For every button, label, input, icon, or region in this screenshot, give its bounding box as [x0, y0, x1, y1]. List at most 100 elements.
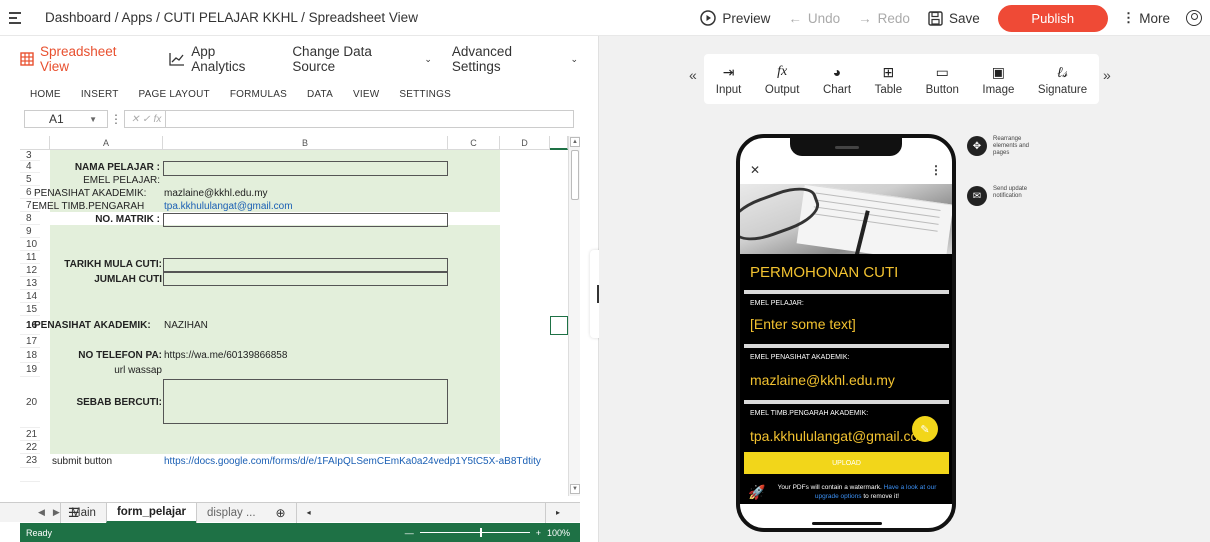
ribbon-formulas[interactable]: FORMULAS [230, 89, 287, 100]
corner-cell[interactable] [20, 136, 50, 150]
row-header[interactable]: 3 [20, 150, 40, 161]
sheet-tab-form-pelajar[interactable]: form_pelajar [105, 502, 196, 523]
tab-spreadsheet-view[interactable]: Spreadsheet View [20, 44, 149, 74]
row-header[interactable]: 23 [20, 454, 40, 468]
row-header[interactable]: 22 [20, 441, 40, 454]
edit-fab-icon[interactable]: ✎ [912, 416, 938, 442]
tab-app-analytics[interactable]: App Analytics [169, 44, 272, 74]
input-icon: ⇥ [722, 63, 735, 80]
palette-button[interactable]: ▭ Button [926, 63, 959, 96]
save-button[interactable]: Save [928, 11, 980, 26]
redo-button[interactable]: → Redo [858, 11, 910, 26]
input-box-tarikh[interactable] [163, 258, 448, 272]
fx-icon: fx [777, 63, 788, 79]
row-header[interactable]: 9 [20, 225, 40, 238]
ribbon-settings[interactable]: SETTINGS [399, 89, 451, 100]
scroll-down-icon[interactable]: ▼ [570, 484, 580, 494]
input-box-jumlah[interactable] [163, 272, 448, 286]
row-header[interactable] [20, 468, 40, 482]
label-no-telefon: NO TELEFON PA: [78, 350, 162, 361]
label-submit-button: submit button [52, 456, 113, 467]
publish-button[interactable]: Publish [997, 4, 1108, 32]
field-label-emel-pelajar: EMEL PELAJAR: [750, 300, 804, 307]
kebab-icon[interactable]: ⋮ [930, 163, 942, 177]
col-header-c[interactable]: C [448, 136, 500, 150]
close-icon[interactable]: ✕ [750, 163, 760, 177]
ribbon-home[interactable]: HOME [30, 89, 61, 100]
undo-button[interactable]: ← Undo [788, 11, 840, 26]
notify-tool[interactable]: ✉ Send update notification [967, 186, 1033, 206]
scroll-thumb[interactable] [571, 150, 579, 200]
sheet-tab-display[interactable]: display ... [195, 502, 266, 523]
label-nama-pelajar: NAMA PELAJAR : [74, 162, 160, 173]
row-header[interactable]: 18 [20, 348, 40, 363]
expand-right-icon[interactable]: » [1103, 67, 1111, 83]
row-header[interactable]: 13 [20, 277, 40, 290]
field-value-emel-penasihat: mazlaine@kkhl.edu.my [750, 372, 895, 388]
ribbon-insert[interactable]: INSERT [81, 89, 119, 100]
row-header[interactable]: 15 [20, 303, 40, 316]
value-form-url[interactable]: https://docs.google.com/forms/d/e/1FAIpQ… [164, 456, 541, 467]
h-scroll-right-icon[interactable]: ▸ [544, 502, 570, 523]
field-input-emel-pelajar[interactable]: [Enter some text] [750, 316, 856, 332]
zoom-in-icon[interactable]: + [536, 528, 541, 538]
row-header[interactable]: 20 [20, 377, 40, 428]
row-header[interactable]: 21 [20, 428, 40, 441]
ribbon-view[interactable]: VIEW [353, 89, 379, 100]
col-header-b[interactable]: B [163, 136, 448, 150]
palette-input[interactable]: ⇥ Input [716, 63, 742, 96]
row-header[interactable]: 17 [20, 335, 40, 348]
row-header[interactable]: 5 [20, 173, 40, 186]
fx-button[interactable]: ✕ ✓ fx [124, 110, 166, 128]
upload-button[interactable]: UPLOAD [744, 452, 949, 474]
ribbon-page-layout[interactable]: PAGE LAYOUT [139, 89, 210, 100]
zoom-slider-thumb[interactable] [479, 528, 482, 537]
zoom-out-icon[interactable]: — [405, 528, 414, 538]
row-header[interactable]: 14 [20, 290, 40, 303]
user-icon[interactable] [1186, 10, 1202, 26]
row-header[interactable]: 11 [20, 251, 40, 264]
scroll-up-icon[interactable]: ▲ [570, 137, 580, 147]
name-box[interactable]: A1 ▼ [24, 110, 108, 128]
formula-input[interactable] [166, 110, 574, 128]
col-header-a[interactable]: A [50, 136, 163, 150]
row-header[interactable]: 10 [20, 238, 40, 251]
ribbon-data[interactable]: DATA [307, 89, 333, 100]
input-box-matrik[interactable] [163, 213, 448, 227]
sheet-grid[interactable]: A B C D 3 4 5 6 7 8 9 10 11 12 13 14 15 … [20, 136, 568, 496]
palette-table[interactable]: ⊞ Table [875, 63, 903, 96]
tab-change-data-source[interactable]: Change Data Source ⌄ [292, 44, 432, 74]
palette-output[interactable]: fx Output [765, 63, 800, 96]
value-timb-email[interactable]: tpa.kkhululangat@gmail.com [164, 201, 293, 212]
add-sheet-icon[interactable]: ⊕ [266, 503, 296, 523]
col-header-e[interactable] [550, 136, 568, 150]
h-scroll-left-icon[interactable]: ◂ [295, 502, 321, 523]
palette-chart[interactable]: ◕ Chart [823, 63, 851, 96]
cell-ref: A1 [49, 112, 64, 126]
menu-icon[interactable] [9, 11, 21, 24]
next-sheet-icon[interactable]: ▶ [53, 507, 60, 518]
input-box-sebab[interactable] [163, 379, 448, 424]
sheet-tab-main[interactable]: Main [60, 502, 106, 523]
component-palette: ⇥ Input fx Output ◕ Chart ⊞ Table ▭ Butt… [704, 54, 1099, 104]
row-header[interactable]: 12 [20, 264, 40, 277]
rearrange-tool[interactable]: ✥ Rearrange elements and pages [967, 136, 1033, 157]
collapse-left-icon[interactable]: « [689, 67, 697, 83]
palette-signature[interactable]: ℓ𝓈 Signature [1038, 63, 1087, 96]
chevron-down-icon: ⌄ [570, 53, 578, 64]
row-header[interactable]: 4 [20, 161, 40, 173]
zoom-slider[interactable] [419, 528, 530, 537]
more-button[interactable]: ⋮ More [1122, 10, 1170, 26]
selected-cell[interactable] [550, 316, 568, 335]
row-header[interactable]: 19 [20, 363, 40, 377]
breadcrumb: Dashboard / Apps / CUTI PELAJAR KKHL / S… [45, 10, 418, 25]
vertical-scrollbar[interactable]: ▲ ▼ [568, 136, 580, 496]
preview-button[interactable]: Preview [700, 10, 770, 26]
grid-icon [20, 52, 34, 66]
input-box-nama[interactable] [163, 161, 448, 176]
palette-image[interactable]: ▣ Image [982, 63, 1014, 96]
prev-sheet-icon[interactable]: ◀ [38, 507, 45, 518]
col-header-d[interactable]: D [500, 136, 550, 150]
tab-advanced-settings[interactable]: Advanced Settings ⌄ [452, 44, 578, 74]
row-header[interactable]: 8 [20, 212, 40, 225]
